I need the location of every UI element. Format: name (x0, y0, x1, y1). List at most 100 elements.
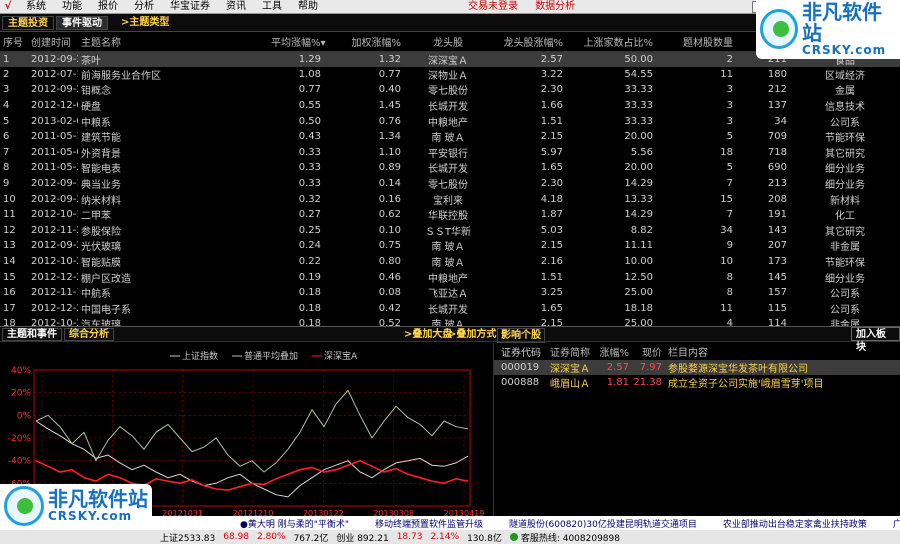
add-to-sector-button[interactable]: 加入板块 (851, 327, 900, 353)
row-up-ratio: 33.33 (624, 84, 653, 96)
tab-comprehensive[interactable]: 综合分析 (64, 327, 114, 341)
row-stock-count: 8 (726, 287, 733, 299)
row-created: 2012-09-21 (28, 51, 78, 67)
table-row[interactable]: 13 2012-09-25光伏玻璃 0.24 0.75 南 玻Ａ 2.15 11.11 9 20… (0, 238, 900, 254)
row-index: 7 (3, 146, 10, 158)
table-row[interactable]: 3 2012-09-20钼概念 0.77 0.40 零七股份 2.30 33.33 3 212 金… (0, 82, 900, 98)
table-row[interactable]: 15 2012-12-27棚户区改造 0.19 0.46 中粮地产 1.51 12.50 8 1… (0, 269, 900, 285)
watermark-cn: 非凡软件站 (801, 0, 882, 45)
row-extra: 137 (767, 100, 787, 112)
stock-row[interactable]: 000019 深深宝Ａ 2.57 7.97 参股婺源深宝华发茶叶有限公司 (494, 360, 900, 375)
col-change[interactable]: 涨幅% (596, 344, 629, 359)
row-up-ratio: 20.00 (624, 131, 653, 143)
ticker-item[interactable]: 农业部推动出台稳定家禽业扶持政策 (723, 517, 867, 530)
col-code[interactable]: 证券代码 (494, 344, 544, 359)
table-row[interactable]: 6 2011-05-12建筑节能 0.43 1.34 南 玻Ａ 2.15 20.00 5 709… (0, 129, 900, 145)
row-avg-change: 0.24 (298, 240, 321, 252)
table-row[interactable]: 16 2012-11-14中航系 0.18 0.08 飞亚达Ａ 3.25 25.00 8 157… (0, 285, 900, 301)
stock-row[interactable]: 000888 峨眉山Ａ 1.81 21.38 成立全资子公司实施'峨眉雪芽'项目 (494, 375, 900, 390)
row-weighted-change: 0.16 (378, 193, 401, 205)
row-leader: 华联控股 (428, 211, 468, 223)
row-theme-name: 典当业务 (81, 180, 121, 192)
tab-theme-investment[interactable]: 主题投资 (2, 15, 54, 30)
table-row[interactable]: 7 2011-05-03外资背景 0.33 1.10 平安银行 5.97 5.56 18 718… (0, 145, 900, 161)
row-category: 节能环保 (825, 133, 865, 145)
overlay-mode-button[interactable]: >叠加方式 (448, 328, 496, 341)
tab-theme-event[interactable]: 主题和事件 (2, 327, 62, 341)
cy-change: 18.73 (396, 532, 423, 542)
table-row[interactable]: 18 2012-10-22汽车玻璃 0.18 0.52 南 玻Ａ 2.15 25.00 4 11… (0, 316, 900, 326)
ticker-item[interactable]: ●黄大明 刚与柔的"平衡术" (240, 517, 349, 530)
row-index: 11 (3, 209, 16, 221)
row-avg-change: 0.32 (298, 193, 321, 205)
row-weighted-change: 0.76 (378, 115, 401, 127)
row-index: 3 (3, 84, 10, 96)
ticker-item[interactable]: 移动终端预置软件监管升级 (375, 517, 483, 530)
row-leader-change: 2.16 (540, 256, 563, 268)
affected-stocks-button[interactable]: 影响个股 (497, 328, 545, 343)
table-row[interactable]: 11 2012-10-11二甲苯 0.27 0.62 华联控股 1.87 14.29 7 191… (0, 207, 900, 223)
col-weighted-change[interactable]: 加权涨幅% (324, 32, 404, 52)
row-leader: 南 玻Ａ (431, 258, 465, 270)
col-index[interactable]: 序号 (0, 32, 28, 52)
status-bar: 上证2533.83 68.98 2.80% 767.2亿 创业 892.21 1… (0, 530, 900, 544)
table-row[interactable]: 14 2012-10-29智能贴膜 0.22 0.80 南 玻Ａ 2.16 10.00 10 1… (0, 254, 900, 270)
menu-function[interactable]: 功能 (54, 0, 90, 14)
table-row[interactable]: 12 2012-11-28参股保险 0.25 0.10 ＳＳT华新 5.03 8.82 34 1… (0, 223, 900, 239)
table-row[interactable]: 9 2012-09-19典当业务 0.33 0.14 零七股份 2.30 14.29 7 213… (0, 176, 900, 192)
ticker-item[interactable]: 广东未来8年投1187亿整 (893, 517, 900, 530)
menu-info[interactable]: 资讯 (218, 0, 254, 14)
menu-quote[interactable]: 报价 (90, 0, 126, 14)
table-row[interactable]: 5 2013-02-05中粮系 0.50 0.76 中粮地产 1.51 33.33 3 34 公司… (0, 113, 900, 129)
row-stock-count: 8 (726, 271, 733, 283)
col-leader[interactable]: 龙头股 (404, 32, 492, 52)
row-leader-change: 5.03 (540, 224, 563, 236)
col-stock-count[interactable]: 题材股数量 (656, 32, 736, 52)
menu-help[interactable]: 帮助 (290, 0, 326, 14)
hotline: 客服热线: 4008209898 (520, 533, 620, 544)
table-row[interactable]: 8 2011-05-31智能电表 0.33 0.89 长城开发 1.65 20.00 5 690… (0, 160, 900, 176)
row-up-ratio: 18.18 (624, 302, 653, 314)
trade-login-status[interactable]: 交易未登录 (468, 1, 518, 12)
row-stock-count: 34 (720, 224, 733, 236)
row-index: 8 (3, 162, 10, 174)
row-weighted-change: 1.45 (378, 100, 401, 112)
col-avg-change[interactable]: 平均涨幅%▾ (268, 32, 326, 52)
row-category: 公司系 (830, 117, 860, 129)
menu-system[interactable]: 系统 (18, 0, 54, 14)
col-content[interactable]: 栏目内容 (662, 344, 900, 359)
row-stock-count: 2 (656, 51, 736, 67)
menu-analysis[interactable]: 分析 (126, 0, 162, 14)
tab-theme-type[interactable]: >主题类型 (116, 16, 174, 30)
row-index: 12 (3, 224, 16, 236)
col-up-ratio[interactable]: 上涨家数占比% (566, 32, 656, 52)
tab-event-driven[interactable]: 事件驱动 (56, 15, 108, 30)
ticker-item[interactable]: 隧道股份(600820)30亿投建昆明轨道交通项目 (509, 517, 697, 530)
row-leader: 中粮地产 (428, 117, 468, 129)
data-analysis-link[interactable]: 数据分析 (535, 1, 575, 12)
row-theme-name: 外资背景 (81, 148, 121, 160)
table-row[interactable]: 10 2012-09-24纳米材料 0.32 0.16 宝利来 4.18 13.33 15 20… (0, 191, 900, 207)
table-row[interactable]: 2 2012-07-12前海服务业合作区 1.08 0.77 深物业Ａ 3.22 54.55… (0, 67, 900, 83)
col-short-name[interactable]: 证券简称 (544, 344, 596, 359)
stock-code: 000019 (501, 362, 540, 373)
row-category: 非金属 (830, 242, 860, 254)
menu-tools[interactable]: 工具 (254, 0, 290, 14)
row-category: 新材料 (830, 195, 860, 207)
y-tick-label: 40% (11, 366, 31, 376)
table-row[interactable]: 4 2012-12-04硬盘 0.55 1.45 长城开发 1.66 33.33 3 137 信息… (0, 98, 900, 114)
col-leader-change[interactable]: 龙头股涨幅% (492, 32, 566, 52)
row-extra: 114 (767, 318, 787, 326)
row-leader-change: 5.97 (540, 146, 563, 158)
row-avg-change: 0.33 (298, 146, 321, 158)
overlay-index-button[interactable]: >叠加大盘 (404, 328, 452, 341)
row-up-ratio: 14.29 (624, 209, 653, 221)
row-avg-change: 0.27 (298, 209, 321, 221)
table-row[interactable]: 17 2012-12-27中国电子系 0.18 0.42 长城开发 1.65 18.18 11… (0, 301, 900, 317)
col-created[interactable]: 创建时间 (28, 32, 78, 52)
row-up-ratio: 54.55 (624, 68, 653, 80)
col-price[interactable]: 现价 (629, 344, 662, 359)
menu-huabao[interactable]: 华宝证券 (162, 0, 218, 14)
col-theme-name[interactable]: 主题名称 (78, 32, 268, 52)
app-logo-icon: √ (4, 0, 12, 12)
